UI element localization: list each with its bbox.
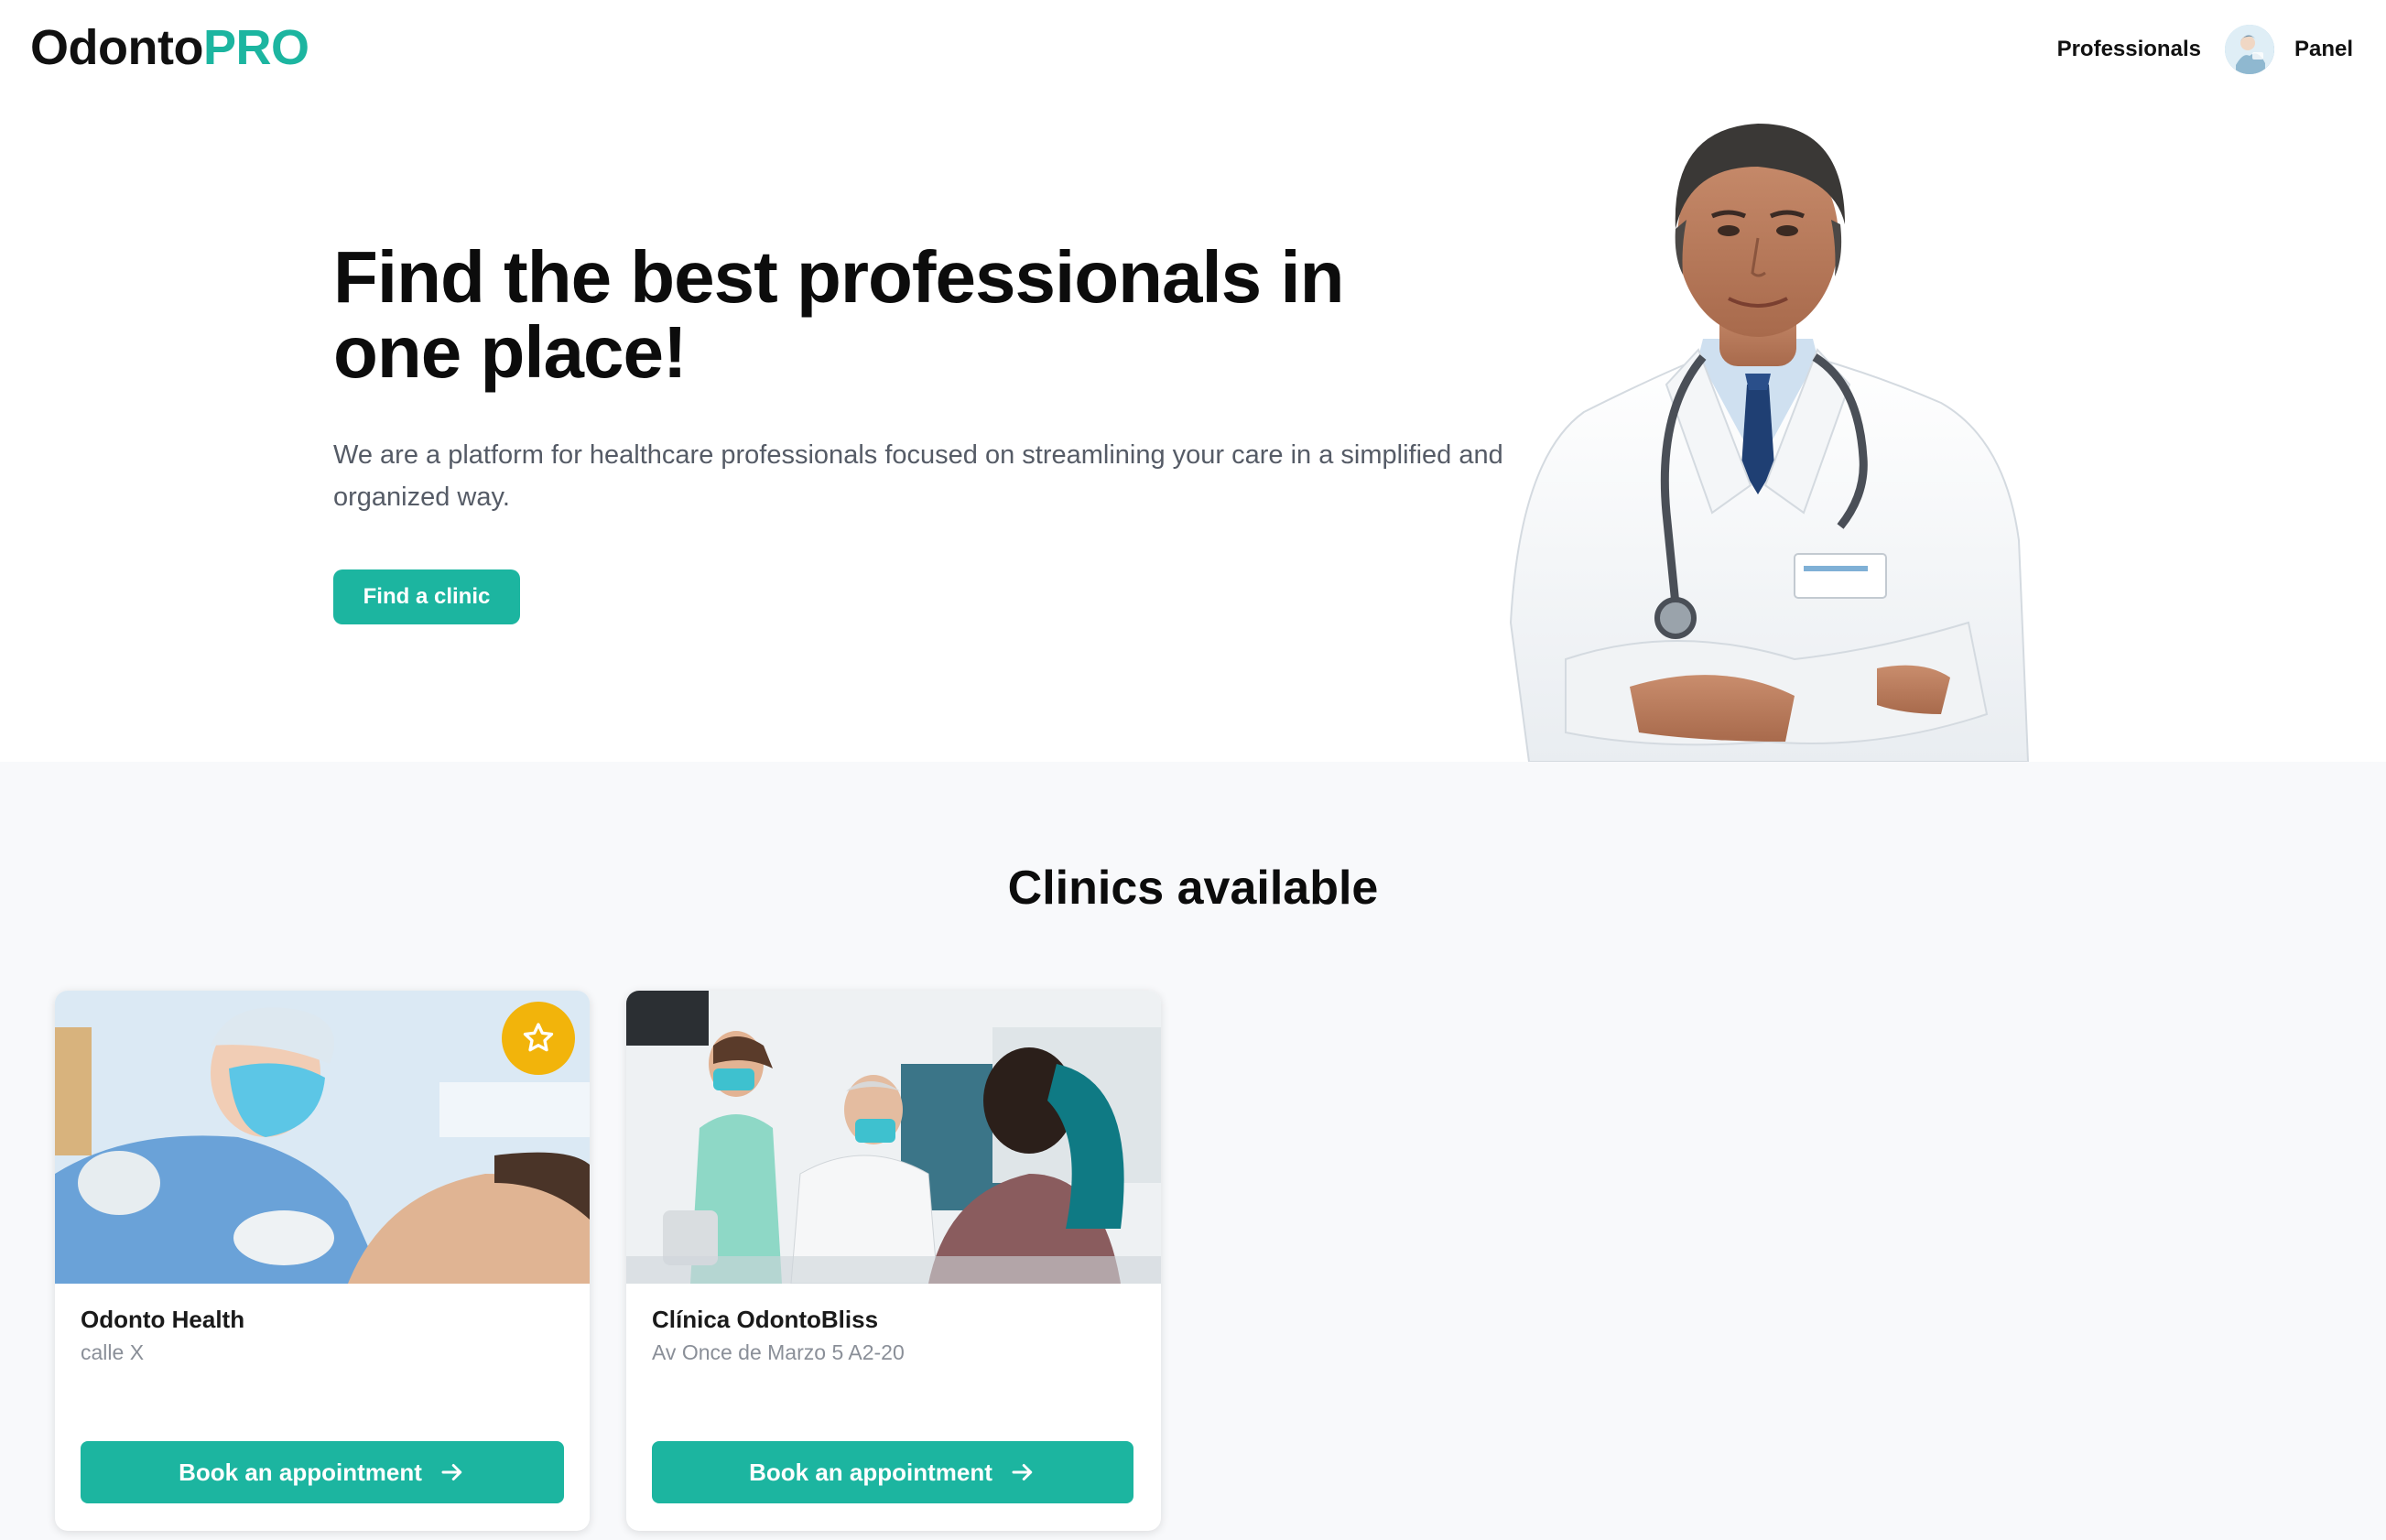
logo[interactable]: OdontoPRO bbox=[30, 18, 309, 77]
nav-link-professionals[interactable]: Professionals bbox=[2057, 37, 2201, 62]
doctor-image bbox=[1492, 110, 2060, 763]
dental-clinic-illustration bbox=[626, 991, 1161, 1284]
site-header: OdontoPRO Professionals Panel bbox=[0, 0, 2386, 101]
logo-text-accent: PRO bbox=[202, 20, 309, 75]
book-appointment-button[interactable]: Book an appointment bbox=[81, 1441, 564, 1503]
nav-link-panel[interactable]: Panel bbox=[2294, 37, 2353, 62]
hero-title: Find the best professionals in one place… bbox=[333, 236, 1344, 393]
hero-section: Find the best professionals in one place… bbox=[0, 101, 2386, 763]
book-appointment-label: Book an appointment bbox=[179, 1458, 422, 1486]
section-title: Clinics available bbox=[1007, 862, 1379, 915]
favorite-badge[interactable] bbox=[502, 1002, 575, 1075]
logo-text-main: Odonto bbox=[30, 20, 203, 75]
top-nav: Professionals Panel bbox=[2057, 22, 2353, 77]
clinic-name: Clínica OdontoBliss bbox=[652, 1306, 879, 1333]
clinic-name: Odonto Health bbox=[81, 1306, 245, 1333]
star-icon bbox=[523, 1023, 554, 1052]
arrow-right-icon bbox=[439, 1459, 466, 1486]
book-appointment-button[interactable]: Book an appointment bbox=[652, 1441, 1133, 1503]
user-avatar[interactable] bbox=[2224, 25, 2274, 74]
arrow-right-icon bbox=[1009, 1459, 1036, 1486]
clinic-address: Av Once de Marzo 5 A2-20 bbox=[652, 1340, 905, 1364]
clinic-address: calle X bbox=[81, 1340, 145, 1364]
find-clinic-button[interactable]: Find a clinic bbox=[333, 569, 520, 624]
avatar-illustration bbox=[2224, 25, 2274, 74]
doctor-illustration bbox=[1509, 124, 2030, 763]
clinics-section: Clinics available Odonto Health calle X … bbox=[0, 762, 2386, 1540]
hero-description: We are a platform for healthcare profess… bbox=[333, 440, 1503, 512]
book-appointment-label: Book an appointment bbox=[749, 1458, 992, 1486]
clinic-photo bbox=[626, 991, 1161, 1284]
